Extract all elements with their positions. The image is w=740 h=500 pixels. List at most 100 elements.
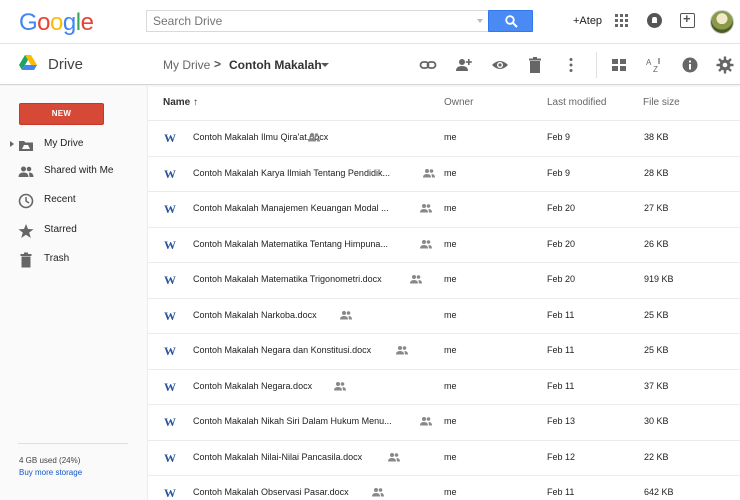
file-owner: me xyxy=(444,274,457,284)
table-row[interactable]: W Contoh Makalah Negara.docx me Feb 11 37 KB xyxy=(148,369,740,405)
drive-title[interactable]: Drive xyxy=(48,56,83,73)
drive-logo-icon xyxy=(19,55,37,70)
table-row[interactable]: W Contoh Makalah Ilmu Qira'at.docx me Feb 9… xyxy=(148,121,740,157)
table-row[interactable]: W Contoh Makalah Matematika Tentang Himpu… xyxy=(148,227,740,263)
file-owner: me xyxy=(444,167,457,178)
file-name[interactable]: Contoh Makalah Negara.docx xyxy=(193,381,312,391)
search-input[interactable] xyxy=(147,11,467,31)
user-profile-link[interactable]: +Atep xyxy=(573,15,602,27)
file-owner: me xyxy=(444,345,457,355)
avatar[interactable] xyxy=(710,10,734,34)
sidebar-item-starred[interactable]: Starred xyxy=(0,219,148,243)
sidebar-item-label: Recent xyxy=(44,194,76,205)
google-logo[interactable]: Google xyxy=(19,9,94,37)
info-icon[interactable] xyxy=(681,56,699,74)
file-name[interactable]: Contoh Makalah Nikah Siri Dalam Hukum Me… xyxy=(193,416,392,426)
table-row[interactable]: W Contoh Makalah Karya Ilmiah Tentang Pen… xyxy=(148,156,740,192)
file-modified: Feb 11 xyxy=(547,345,575,355)
link-icon[interactable] xyxy=(419,56,437,74)
word-doc-icon: W xyxy=(164,344,176,358)
file-size: 38 KB xyxy=(644,132,669,142)
column-header-modified[interactable]: Last modified xyxy=(547,97,606,108)
file-owner: me xyxy=(444,380,457,391)
shared-people-icon xyxy=(423,168,435,177)
column-header-owner[interactable]: Owner xyxy=(444,97,473,108)
file-modified: Feb 11 xyxy=(547,309,575,320)
new-button[interactable]: NEW xyxy=(19,103,104,125)
breadcrumb-current[interactable]: Contoh Makalah xyxy=(229,58,322,72)
file-name[interactable]: Contoh Makalah Nilai-Nilai Pancasila.doc… xyxy=(193,452,362,462)
sort-az-icon[interactable]: A Z xyxy=(645,56,663,74)
shared-people-icon xyxy=(420,417,432,426)
search-button[interactable] xyxy=(488,10,533,32)
file-size: 25 KB xyxy=(644,309,669,320)
share-plus-icon[interactable] xyxy=(680,11,695,28)
sidebar-item-label: Trash xyxy=(44,253,70,264)
file-name[interactable]: Contoh Makalah Matematika Tentang Himpun… xyxy=(193,239,388,249)
sidebar: NEW My Drive Shared with Me Recent Starr… xyxy=(0,86,148,500)
grid-view-icon[interactable] xyxy=(610,56,628,74)
preview-eye-icon[interactable] xyxy=(491,56,509,74)
more-actions-icon[interactable] xyxy=(562,56,580,74)
sidebar-item-recent[interactable]: Recent xyxy=(0,189,148,213)
delete-trash-icon[interactable] xyxy=(526,56,544,74)
file-name[interactable]: Contoh Makalah Karya Ilmiah Tentang Pend… xyxy=(193,168,390,178)
word-doc-icon: W xyxy=(164,308,176,323)
star-icon xyxy=(18,224,34,238)
file-modified: Feb 20 xyxy=(547,238,576,249)
expand-arrow-icon[interactable] xyxy=(10,141,14,147)
table-row[interactable]: W Contoh Makalah Observasi Pasar.docx me Fe… xyxy=(148,476,740,500)
sidebar-item-trash[interactable]: Trash xyxy=(0,248,148,272)
sidebar-item-shared[interactable]: Shared with Me xyxy=(0,160,148,184)
table-row[interactable]: W Contoh Makalah Manajemen Keuangan Modal… xyxy=(148,192,740,228)
word-doc-icon: W xyxy=(164,166,176,181)
word-doc-icon: W xyxy=(164,450,176,465)
word-doc-icon: W xyxy=(164,131,176,145)
word-doc-icon: W xyxy=(164,415,176,429)
folder-menu-caret-icon[interactable] xyxy=(321,63,329,67)
file-modified: Feb 9 xyxy=(547,132,571,142)
file-size: 22 KB xyxy=(644,451,669,462)
shared-people-icon xyxy=(340,310,352,319)
table-row[interactable]: W Contoh Makalah Nilai-Nilai Pancasila.do… xyxy=(148,440,740,476)
breadcrumb-root[interactable]: My Drive xyxy=(163,58,210,72)
sidebar-item-my-drive[interactable]: My Drive xyxy=(0,133,148,157)
file-size: 642 KB xyxy=(644,487,674,497)
word-doc-icon: W xyxy=(164,379,176,394)
file-owner: me xyxy=(444,416,457,426)
buy-storage-link[interactable]: Buy more storage xyxy=(19,468,82,477)
file-name[interactable]: Contoh Makalah Negara dan Konstitusi.doc… xyxy=(193,345,371,355)
search-box[interactable] xyxy=(146,10,489,32)
table-row[interactable]: W Contoh Makalah Narkoba.docx me Feb 11 25 K… xyxy=(148,298,740,334)
table-row[interactable]: W Contoh Makalah Matematika Trigonometri.… xyxy=(148,263,740,299)
settings-gear-icon[interactable] xyxy=(716,56,734,74)
file-size: 25 KB xyxy=(644,345,669,355)
add-people-icon[interactable] xyxy=(455,56,473,74)
file-size: 37 KB xyxy=(644,380,669,391)
shared-people-icon xyxy=(388,452,400,461)
file-owner: me xyxy=(444,238,457,249)
notifications-bell-icon[interactable] xyxy=(647,13,662,28)
word-doc-icon: W xyxy=(164,202,176,216)
file-modified: Feb 12 xyxy=(547,451,576,462)
table-row[interactable]: W Contoh Makalah Negara dan Konstitusi.do… xyxy=(148,334,740,370)
clock-icon xyxy=(18,193,34,209)
trash-icon xyxy=(20,252,32,268)
file-modified: Feb 13 xyxy=(547,416,576,426)
table-row[interactable]: W Contoh Makalah Nikah Siri Dalam Hukum M… xyxy=(148,405,740,441)
file-modified: Feb 20 xyxy=(547,274,576,284)
search-options-caret-icon[interactable] xyxy=(477,19,483,23)
column-header-size[interactable]: File size xyxy=(643,97,680,108)
file-name[interactable]: Contoh Makalah Matematika Trigonometri.d… xyxy=(193,274,382,284)
file-name[interactable]: Contoh Makalah Manajemen Keuangan Modal … xyxy=(193,203,389,213)
file-owner: me xyxy=(444,132,457,142)
shared-people-icon xyxy=(410,275,422,284)
file-name[interactable]: Contoh Makalah Narkoba.docx xyxy=(193,310,317,320)
apps-grid-icon[interactable] xyxy=(615,14,628,27)
storage-usage-text: 4 GB used (24%) xyxy=(19,456,81,465)
file-modified: Feb 20 xyxy=(547,203,576,213)
file-name[interactable]: Contoh Makalah Observasi Pasar.docx xyxy=(193,487,349,497)
file-owner: me xyxy=(444,203,457,213)
word-doc-icon: W xyxy=(164,486,176,500)
column-header-name[interactable]: Name ↑ xyxy=(163,97,198,108)
